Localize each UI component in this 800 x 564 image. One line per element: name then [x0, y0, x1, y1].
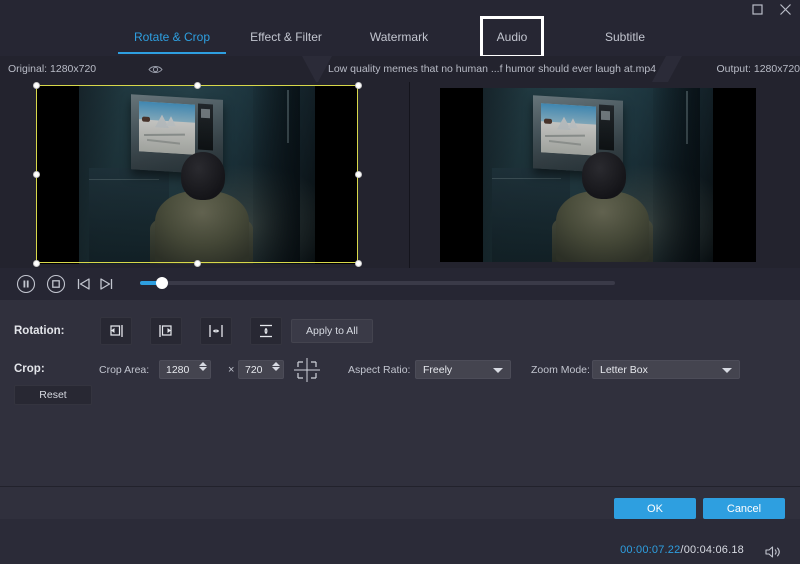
- original-video-frame[interactable]: [36, 86, 358, 264]
- timecode-display: 00:00:07.22/00:04:06.18: [620, 544, 744, 556]
- crop-area-label: Crop Area:: [99, 364, 149, 376]
- output-video-frame: [440, 88, 756, 262]
- total-time: 00:04:06.18: [684, 544, 744, 556]
- next-frame-icon[interactable]: [98, 276, 114, 297]
- previous-frame-icon[interactable]: [76, 276, 92, 297]
- tab-bar: Rotate & Crop Effect & Filter Watermark …: [0, 18, 800, 56]
- rotate-right-icon[interactable]: [150, 317, 182, 345]
- tab-label: Rotate & Crop: [134, 31, 210, 43]
- crop-width-stepper[interactable]: [159, 360, 211, 379]
- playback-progress-slider[interactable]: [140, 281, 615, 285]
- crop-label: Crop:: [14, 363, 45, 375]
- crop-handle-bottom-right[interactable]: [355, 260, 362, 267]
- progress-handle[interactable]: [156, 277, 168, 289]
- aspect-ratio-value: Freely: [423, 364, 452, 376]
- original-info-chip: Original: 1280x720: [0, 56, 324, 82]
- apply-to-all-button[interactable]: Apply to All: [291, 319, 373, 343]
- window-controls: [750, 0, 792, 18]
- output-info-chip: Output: 1280x720: [668, 56, 800, 82]
- cancel-button[interactable]: Cancel: [703, 498, 785, 519]
- crop-width-arrows[interactable]: [199, 362, 207, 371]
- volume-icon[interactable]: [764, 545, 782, 564]
- current-time: 00:00:07.22: [620, 544, 680, 556]
- tab-subtitle[interactable]: Subtitle: [592, 18, 658, 56]
- chevron-down-icon: [722, 368, 732, 373]
- preview-area: [0, 82, 800, 268]
- title-bar: [0, 0, 800, 18]
- zoom-mode-label: Zoom Mode:: [531, 364, 590, 376]
- tab-watermark[interactable]: Watermark: [352, 18, 446, 56]
- filename-chip: Low quality memes that no human ...f hum…: [318, 56, 666, 82]
- filename-label: Low quality memes that no human ...f hum…: [328, 63, 656, 75]
- tab-audio[interactable]: Audio: [480, 16, 544, 58]
- close-icon[interactable]: [778, 2, 792, 16]
- chevron-down-icon: [493, 368, 503, 373]
- rotation-label: Rotation:: [14, 325, 64, 337]
- crop-position-icon[interactable]: [292, 356, 322, 384]
- tab-rotate-crop[interactable]: Rotate & Crop: [118, 18, 226, 56]
- crop-handle-top-left[interactable]: [33, 82, 40, 89]
- reset-button[interactable]: Reset: [14, 385, 92, 405]
- tab-label: Audio: [497, 31, 528, 43]
- info-strip: Original: 1280x720 Low quality memes tha…: [0, 56, 800, 82]
- flip-horizontal-icon[interactable]: [200, 317, 232, 345]
- tab-label: Subtitle: [605, 31, 645, 43]
- crop-height-stepper[interactable]: [238, 360, 284, 379]
- rotate-left-icon[interactable]: [100, 317, 132, 345]
- flip-vertical-icon[interactable]: [250, 317, 282, 345]
- eye-icon[interactable]: [148, 64, 163, 75]
- ok-button[interactable]: OK: [614, 498, 696, 519]
- dimension-separator: ×: [228, 364, 234, 376]
- zoom-mode-dropdown[interactable]: Letter Box: [592, 360, 740, 379]
- crop-handle-middle-left[interactable]: [33, 171, 40, 178]
- aspect-ratio-dropdown[interactable]: Freely: [415, 360, 511, 379]
- crop-handle-middle-right[interactable]: [355, 171, 362, 178]
- crop-handle-top-right[interactable]: [355, 82, 362, 89]
- pause-icon[interactable]: [16, 274, 36, 299]
- maximize-icon[interactable]: [750, 2, 764, 16]
- crop-handle-bottom-center[interactable]: [194, 260, 201, 267]
- tab-label: Effect & Filter: [250, 31, 322, 43]
- output-preview-pane: [410, 82, 800, 268]
- crop-handle-bottom-left[interactable]: [33, 260, 40, 267]
- original-resolution-label: Original: 1280x720: [8, 63, 96, 75]
- stop-icon[interactable]: [46, 274, 66, 299]
- tab-label: Watermark: [370, 31, 428, 43]
- output-resolution-label: Output: 1280x720: [717, 63, 800, 75]
- original-preview-pane: [0, 82, 409, 268]
- crop-height-arrows[interactable]: [272, 362, 280, 371]
- zoom-mode-value: Letter Box: [600, 364, 648, 376]
- video-editor-window: Rotate & Crop Effect & Filter Watermark …: [0, 0, 800, 519]
- tab-effect-filter[interactable]: Effect & Filter: [240, 18, 332, 56]
- crop-handle-top-center[interactable]: [194, 82, 201, 89]
- aspect-ratio-label: Aspect Ratio:: [348, 364, 410, 376]
